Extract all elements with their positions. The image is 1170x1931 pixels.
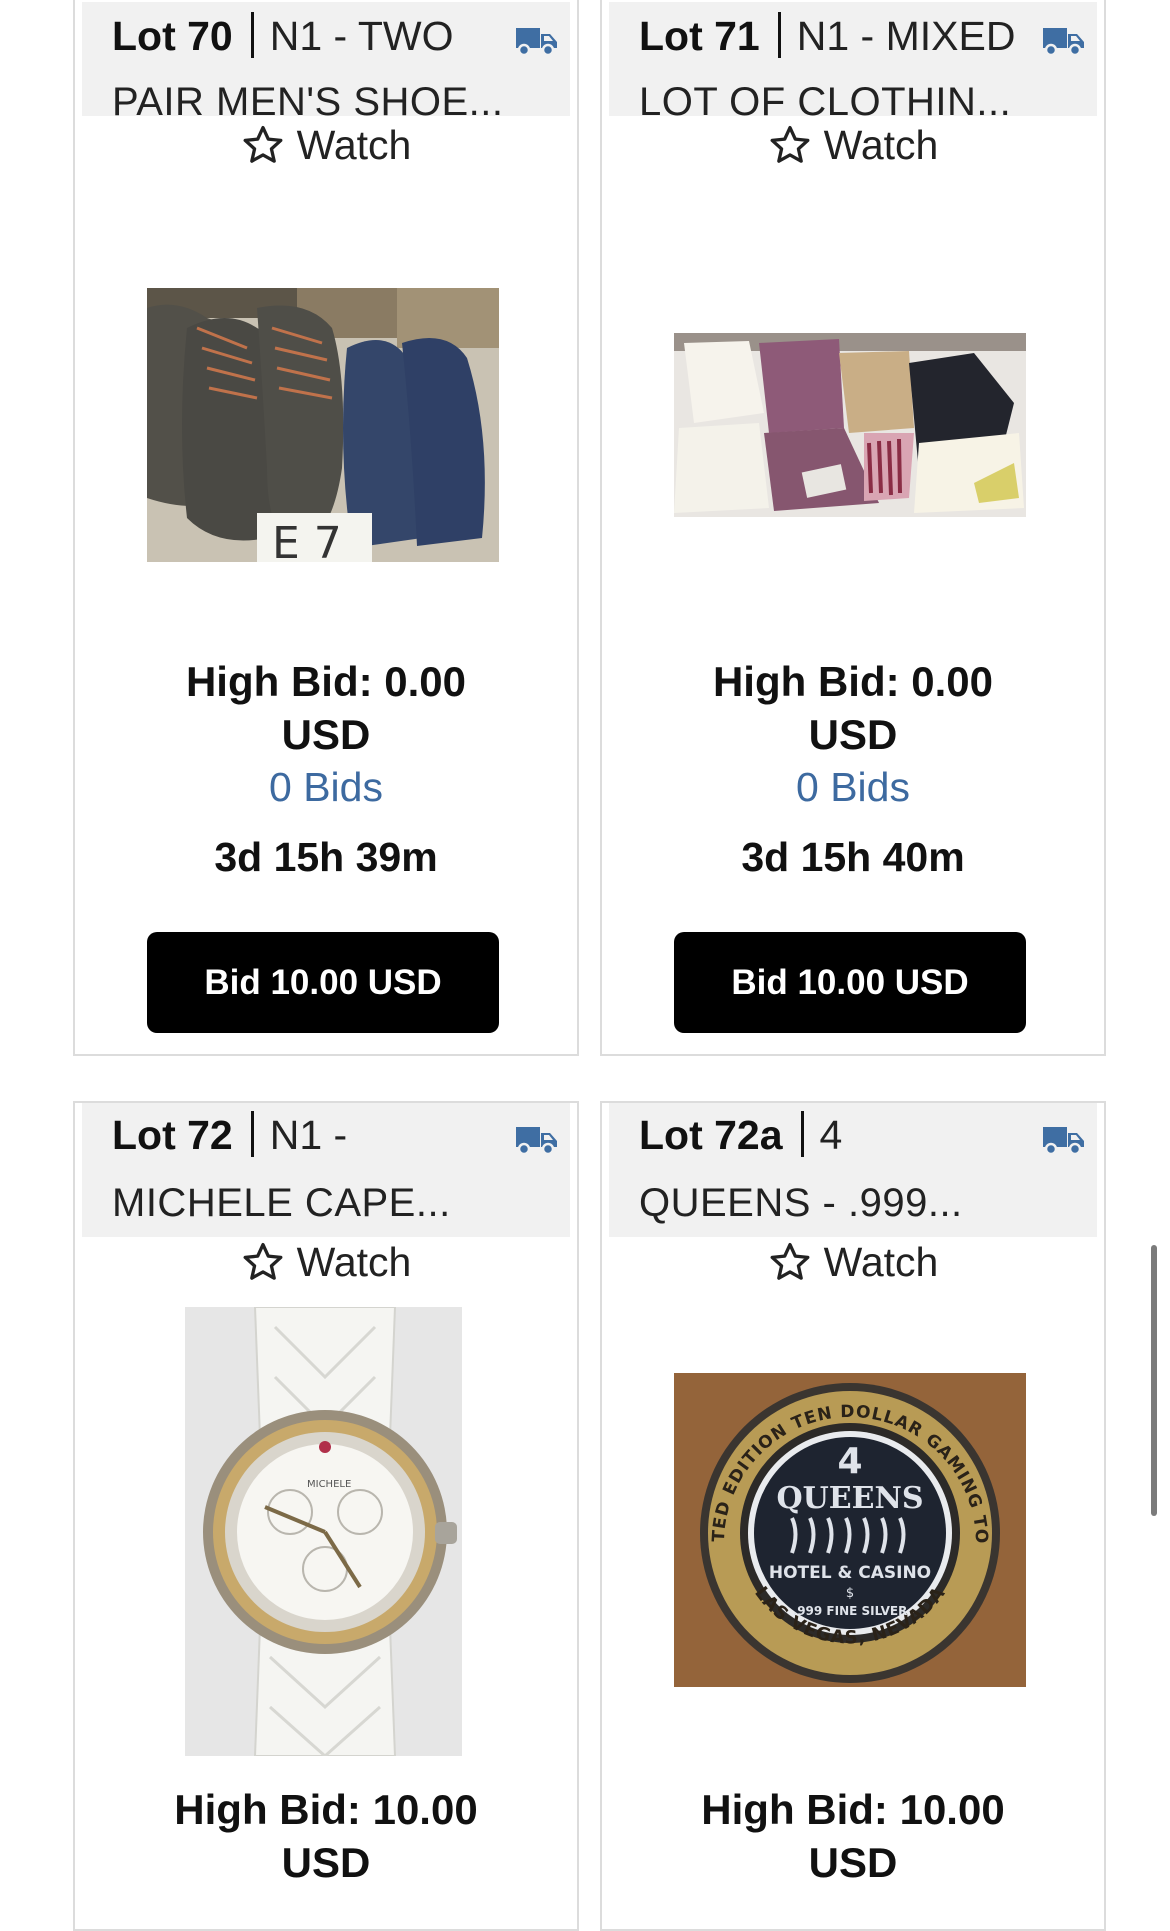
time-remaining: 3d 15h 40m (741, 834, 965, 880)
coin-sub: HOTEL & CASINO (769, 1563, 931, 1583)
high-bid-currency: USD (808, 1839, 898, 1886)
watch-label: Watch (296, 1239, 412, 1285)
bid-count-link[interactable]: 0 Bids (602, 761, 1104, 813)
lot-number: Lot 71 (639, 13, 760, 59)
lot-number: Lot 70 (112, 13, 233, 59)
lot-image-watch[interactable]: MICHELE (185, 1307, 462, 1756)
high-bid: High Bid: 10.00 (701, 1786, 1005, 1833)
high-bid: High Bid: 10.00 (174, 1786, 478, 1833)
separator (250, 12, 254, 58)
truck-icon (1043, 28, 1084, 57)
star-icon (243, 1242, 283, 1280)
lot-subtitle[interactable]: MICHELE CAPE... (112, 1177, 451, 1229)
bid-info: High Bid: 0.00 USD 0 Bids 3d 15h 40m (602, 655, 1104, 881)
star-icon (770, 125, 810, 163)
lot-header[interactable]: Lot 72 N1 - MICHELE CAPE... (82, 1103, 570, 1237)
coin-number: 4 (837, 1441, 862, 1482)
lot-card-72a[interactable]: Lot 72a 4 QUEENS - .999... Watch LIMITED … (600, 1101, 1106, 1931)
truck-icon (1043, 1127, 1084, 1156)
watch-button[interactable]: Watch (75, 122, 577, 169)
watch-label: Watch (296, 122, 412, 168)
high-bid: High Bid: 0.00 (185, 658, 467, 705)
coin-photo: LIMITED EDITION TEN DOLLAR GAMING TOKEN … (674, 1373, 1026, 1687)
lot-number: Lot 72a (639, 1112, 783, 1158)
lot-subtitle[interactable]: QUEENS - .999... (639, 1177, 963, 1229)
lot-category: N1 - MIXED (796, 13, 1016, 59)
shoes-photo: E 7 (147, 288, 499, 562)
lot-title[interactable]: Lot 70 N1 - TWO (112, 10, 454, 62)
lot-header[interactable]: Lot 72a 4 QUEENS - .999... (609, 1103, 1097, 1237)
lot-subtitle[interactable]: LOT OF CLOTHIN... (639, 76, 1011, 128)
high-bid-currency: USD (281, 1839, 371, 1886)
separator (777, 12, 781, 58)
lot-image-shoes[interactable]: E 7 (147, 288, 499, 562)
separator (250, 1111, 254, 1157)
coin-value: $ (846, 1586, 854, 1601)
lot-subtitle[interactable]: PAIR MEN'S SHOE... (112, 76, 504, 128)
lot-card-70[interactable]: Lot 70 N1 - TWO PAIR MEN'S SHOE... Watch … (73, 0, 579, 1056)
bid-count-link[interactable]: 0 Bids (75, 761, 577, 813)
wristwatch-photo: MICHELE (185, 1307, 462, 1756)
lot-title[interactable]: Lot 71 N1 - MIXED (639, 10, 1015, 62)
vertical-scrollbar[interactable] (1151, 1245, 1157, 1516)
watch-button[interactable]: Watch (602, 122, 1104, 169)
truck-icon (516, 28, 557, 57)
lot-category: N1 - TWO (269, 13, 454, 59)
bid-button[interactable]: Bid 10.00 USD (147, 932, 499, 1033)
bid-info: High Bid: 10.00 USD (602, 1783, 1104, 1889)
truck-icon (516, 1127, 557, 1156)
lot-image-coin[interactable]: LIMITED EDITION TEN DOLLAR GAMING TOKEN … (674, 1373, 1026, 1687)
lot-category: 4 (819, 1112, 843, 1158)
star-icon (243, 125, 283, 163)
high-bid-currency: USD (281, 711, 371, 758)
lot-image-clothing[interactable] (674, 333, 1026, 517)
lot-number: Lot 72 (112, 1112, 233, 1158)
image-tag: E 7 (272, 518, 342, 562)
high-bid-currency: USD (808, 711, 898, 758)
watch-label: Watch (823, 1239, 939, 1285)
lot-card-72[interactable]: Lot 72 N1 - MICHELE CAPE... Watch MICHELE (73, 1101, 579, 1931)
watch-brand: MICHELE (307, 1479, 351, 1490)
bid-button[interactable]: Bid 10.00 USD (674, 932, 1026, 1033)
watch-button[interactable]: Watch (75, 1239, 577, 1286)
watch-button[interactable]: Watch (602, 1239, 1104, 1286)
coin-silver: .999 FINE SILVER (793, 1604, 908, 1618)
separator (800, 1111, 804, 1157)
lot-title[interactable]: Lot 72a 4 (639, 1109, 842, 1161)
lot-title[interactable]: Lot 72 N1 - (112, 1109, 347, 1161)
lot-category: N1 - (269, 1112, 348, 1158)
time-remaining: 3d 15h 39m (214, 834, 438, 880)
bid-info: High Bid: 10.00 USD (75, 1783, 577, 1889)
lot-card-71[interactable]: Lot 71 N1 - MIXED LOT OF CLOTHIN... Watch… (600, 0, 1106, 1056)
lot-header[interactable]: Lot 71 N1 - MIXED LOT OF CLOTHIN... (609, 2, 1097, 124)
high-bid: High Bid: 0.00 (712, 658, 994, 705)
lot-header[interactable]: Lot 70 N1 - TWO PAIR MEN'S SHOE... (82, 2, 570, 124)
watch-label: Watch (823, 122, 939, 168)
clothing-photo (674, 333, 1026, 517)
coin-name: QUEENS (776, 1481, 923, 1516)
star-icon (770, 1242, 810, 1280)
bid-info: High Bid: 0.00 USD 0 Bids 3d 15h 39m (75, 655, 577, 881)
